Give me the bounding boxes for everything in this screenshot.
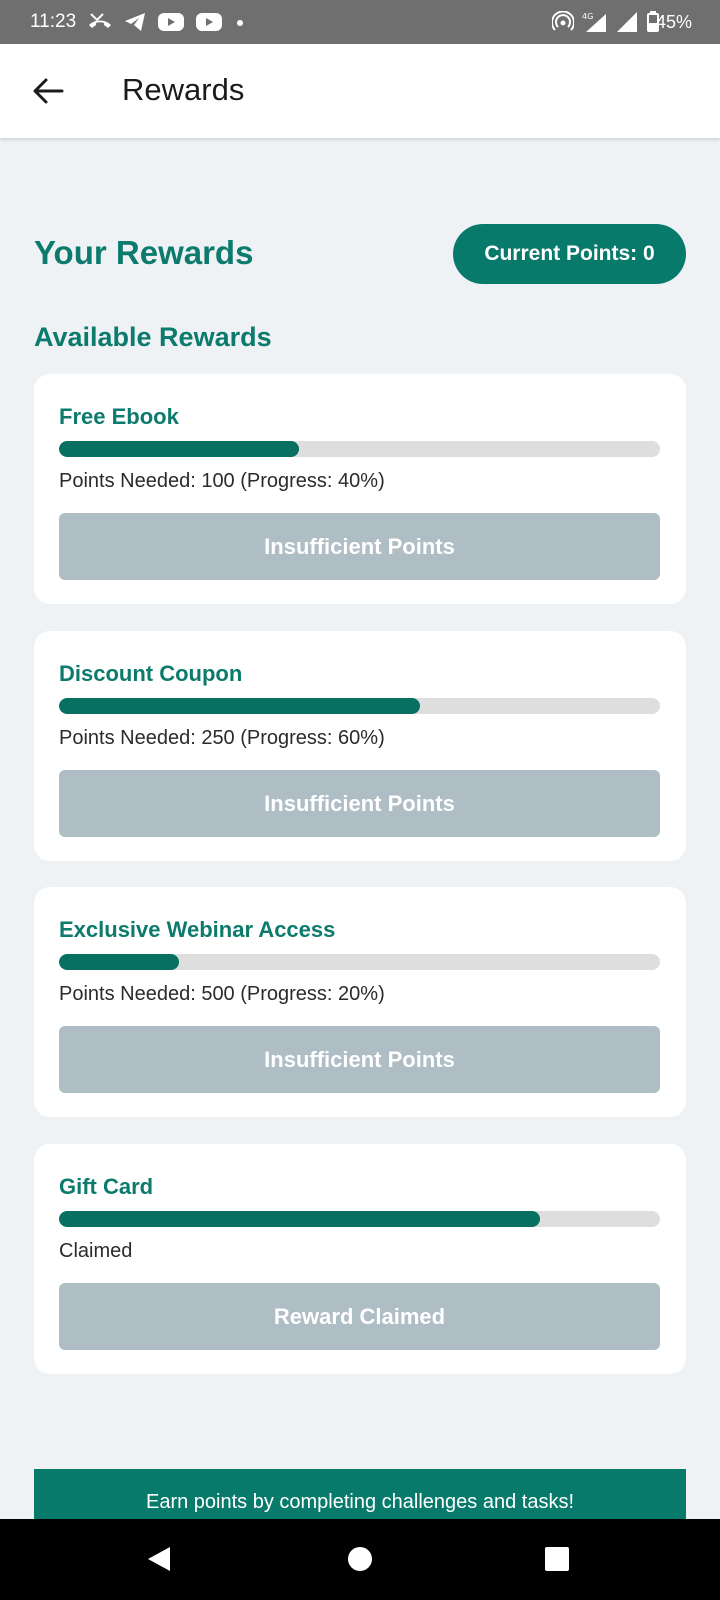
earn-points-banner: Earn points by completing challenges and…	[34, 1469, 686, 1519]
your-rewards-heading: Your Rewards	[34, 234, 254, 271]
reward-progress-fill	[59, 1211, 540, 1227]
reward-card: Discount Coupon Points Needed: 250 (Prog…	[34, 631, 686, 861]
reward-title: Discount Coupon	[59, 661, 243, 686]
youtube-icon	[158, 13, 184, 31]
reward-progress-fill	[59, 441, 300, 457]
available-rewards-heading: Available Rewards	[34, 322, 272, 352]
youtube-icon	[196, 13, 222, 31]
svg-text:4G: 4G	[582, 12, 593, 21]
arrow-left-icon	[33, 78, 64, 104]
reward-points-needed: Points Needed: 100 (Progress: 40%)	[59, 470, 385, 492]
current-points-badge: Current Points: 0	[453, 224, 686, 284]
reward-points-needed: Points Needed: 250 (Progress: 60%)	[59, 727, 385, 749]
reward-card: Gift Card Claimed Reward Claimed	[34, 1144, 686, 1374]
back-button[interactable]	[28, 72, 68, 110]
page-title: Rewards	[122, 72, 245, 107]
reward-progress-fill	[59, 698, 420, 714]
telegram-icon	[125, 13, 145, 31]
reward-card: Free Ebook Points Needed: 100 (Progress:…	[34, 374, 686, 604]
nav-recents-icon	[545, 1547, 569, 1571]
reward-progress-bar	[59, 441, 660, 457]
reward-claimed-button[interactable]: Reward Claimed	[59, 1283, 660, 1350]
reward-progress-bar	[59, 1211, 660, 1227]
reward-progress-fill	[59, 954, 180, 970]
reward-title: Gift Card	[59, 1174, 154, 1199]
insufficient-points-button[interactable]: Insufficient Points	[59, 1026, 660, 1093]
app-bar: Rewards	[0, 44, 720, 138]
reward-points-needed: Points Needed: 500 (Progress: 20%)	[59, 983, 385, 1005]
nav-back-button[interactable]	[139, 1539, 179, 1579]
status-bar: 11:23 4G 45%	[0, 0, 720, 44]
reward-progress-bar	[59, 954, 660, 970]
nav-back-icon	[148, 1547, 170, 1571]
status-time: 11:23	[30, 11, 77, 32]
signal-4g-icon: 4G	[582, 12, 606, 32]
missed-call-icon	[89, 13, 111, 28]
battery-percentage: 45%	[655, 12, 692, 32]
reward-progress-bar	[59, 698, 660, 714]
signal-icon	[617, 12, 637, 32]
insufficient-points-button[interactable]: Insufficient Points	[59, 770, 660, 837]
reward-title: Exclusive Webinar Access	[59, 917, 336, 942]
earn-points-text: Earn points by completing challenges and…	[145, 1491, 575, 1513]
hotspot-icon	[552, 11, 574, 31]
reward-status: Claimed	[59, 1240, 133, 1262]
reward-title: Free Ebook	[59, 404, 179, 429]
nav-home-icon	[348, 1547, 372, 1571]
nav-home-button[interactable]	[340, 1539, 380, 1579]
nav-recents-button[interactable]	[537, 1539, 577, 1579]
reward-card: Exclusive Webinar Access Points Needed: …	[34, 887, 686, 1117]
system-nav-bar	[0, 1519, 720, 1600]
insufficient-points-button[interactable]: Insufficient Points	[59, 513, 660, 580]
dot-icon	[237, 20, 243, 26]
